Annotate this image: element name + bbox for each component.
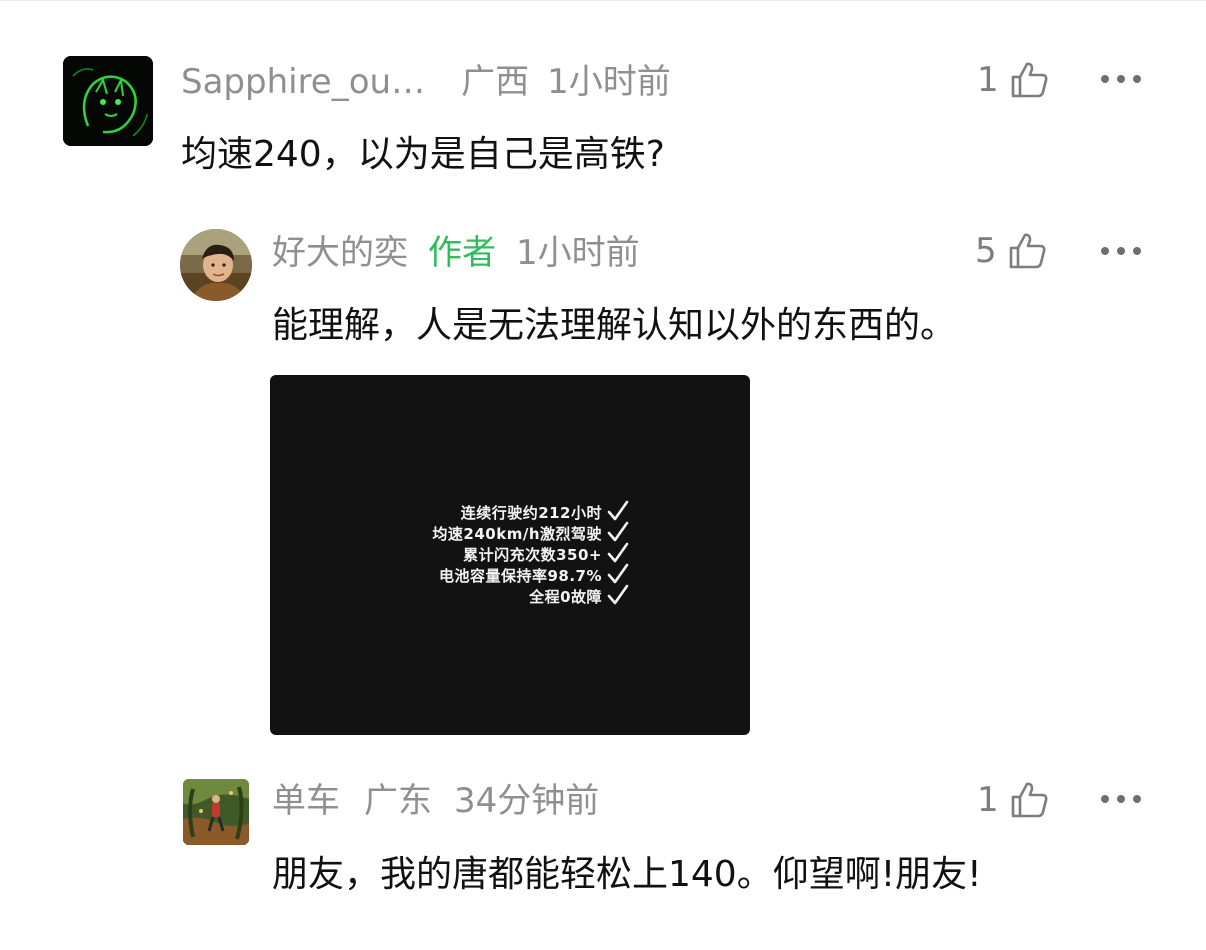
like-button[interactable]: 1 bbox=[977, 778, 1049, 822]
checklist-text: 全程0故障 bbox=[529, 588, 602, 606]
check-mark-icon bbox=[607, 500, 629, 521]
author-badge: 作者 bbox=[428, 233, 496, 273]
timestamp: 1小时前 bbox=[547, 62, 671, 102]
attached-image[interactable]: 连续行驶约212小时 均速240km/h激烈驾驶 累计闪充次数350+ 电池容量… bbox=[270, 375, 750, 735]
divider bbox=[0, 0, 1206, 1]
timestamp: 1小时前 bbox=[516, 233, 640, 273]
check-mark-icon bbox=[607, 584, 629, 605]
avatar-image bbox=[183, 779, 249, 845]
avatar-image bbox=[63, 56, 153, 146]
image-checklist: 连续行驶约212小时 均速240km/h激烈驾驶 累计闪充次数350+ 电池容量… bbox=[270, 500, 750, 608]
more-dots-icon[interactable] bbox=[1101, 793, 1141, 805]
checklist-text: 累计闪充次数350+ bbox=[463, 546, 602, 564]
more-dots-icon[interactable] bbox=[1101, 73, 1141, 85]
check-mark-icon bbox=[607, 521, 629, 542]
checklist-row: 累计闪充次数350+ bbox=[270, 542, 750, 566]
location: 广东 bbox=[364, 781, 432, 821]
comment-text: 能理解，人是无法理解认知以外的东西的。 bbox=[272, 305, 957, 346]
more-dots-icon[interactable] bbox=[1101, 245, 1141, 257]
thumbs-up-icon bbox=[1011, 62, 1048, 98]
like-button[interactable]: 5 bbox=[975, 229, 1047, 273]
avatar[interactable] bbox=[183, 779, 249, 845]
like-count: 5 bbox=[975, 231, 997, 271]
comment-text: 朋友，我的唐都能轻松上140。仰望啊!朋友! bbox=[272, 854, 982, 895]
like-count: 1 bbox=[977, 60, 999, 100]
checklist-text: 均速240km/h激烈驾驶 bbox=[432, 525, 602, 543]
checklist-row: 全程0故障 bbox=[270, 584, 750, 608]
avatar-image bbox=[180, 229, 252, 301]
avatar[interactable] bbox=[180, 229, 252, 301]
like-count: 1 bbox=[977, 780, 999, 820]
avatar[interactable] bbox=[63, 56, 153, 146]
checklist-row: 均速240km/h激烈驾驶 bbox=[270, 521, 750, 545]
thumbs-up-icon bbox=[1009, 233, 1046, 269]
comment-text: 均速240，以为是自己是高铁? bbox=[181, 134, 665, 175]
thumbs-up-icon bbox=[1011, 782, 1048, 818]
username[interactable]: 好大的奕 bbox=[272, 233, 408, 273]
check-mark-icon bbox=[607, 542, 629, 563]
comment-meta: Sapphire_ou… 广西 1小时前 bbox=[181, 62, 671, 102]
like-button[interactable]: 1 bbox=[977, 58, 1049, 102]
username[interactable]: Sapphire_ou… bbox=[181, 62, 425, 102]
comment-meta: 单车 广东 34分钟前 bbox=[272, 781, 599, 821]
timestamp: 34分钟前 bbox=[454, 781, 600, 821]
check-mark-icon bbox=[607, 563, 629, 584]
checklist-row: 连续行驶约212小时 bbox=[270, 500, 750, 524]
location: 广西 bbox=[461, 62, 530, 102]
checklist-row: 电池容量保持率98.7% bbox=[270, 563, 750, 587]
checklist-text: 连续行驶约212小时 bbox=[460, 504, 602, 522]
username[interactable]: 单车 bbox=[272, 781, 340, 821]
comment-thread: Sapphire_ou… 广西 1小时前 1 均速240，以为是自己是高铁? 好… bbox=[0, 0, 1206, 950]
comment-meta: 好大的奕 作者 1小时前 bbox=[272, 233, 640, 273]
checklist-text: 电池容量保持率98.7% bbox=[438, 567, 602, 585]
